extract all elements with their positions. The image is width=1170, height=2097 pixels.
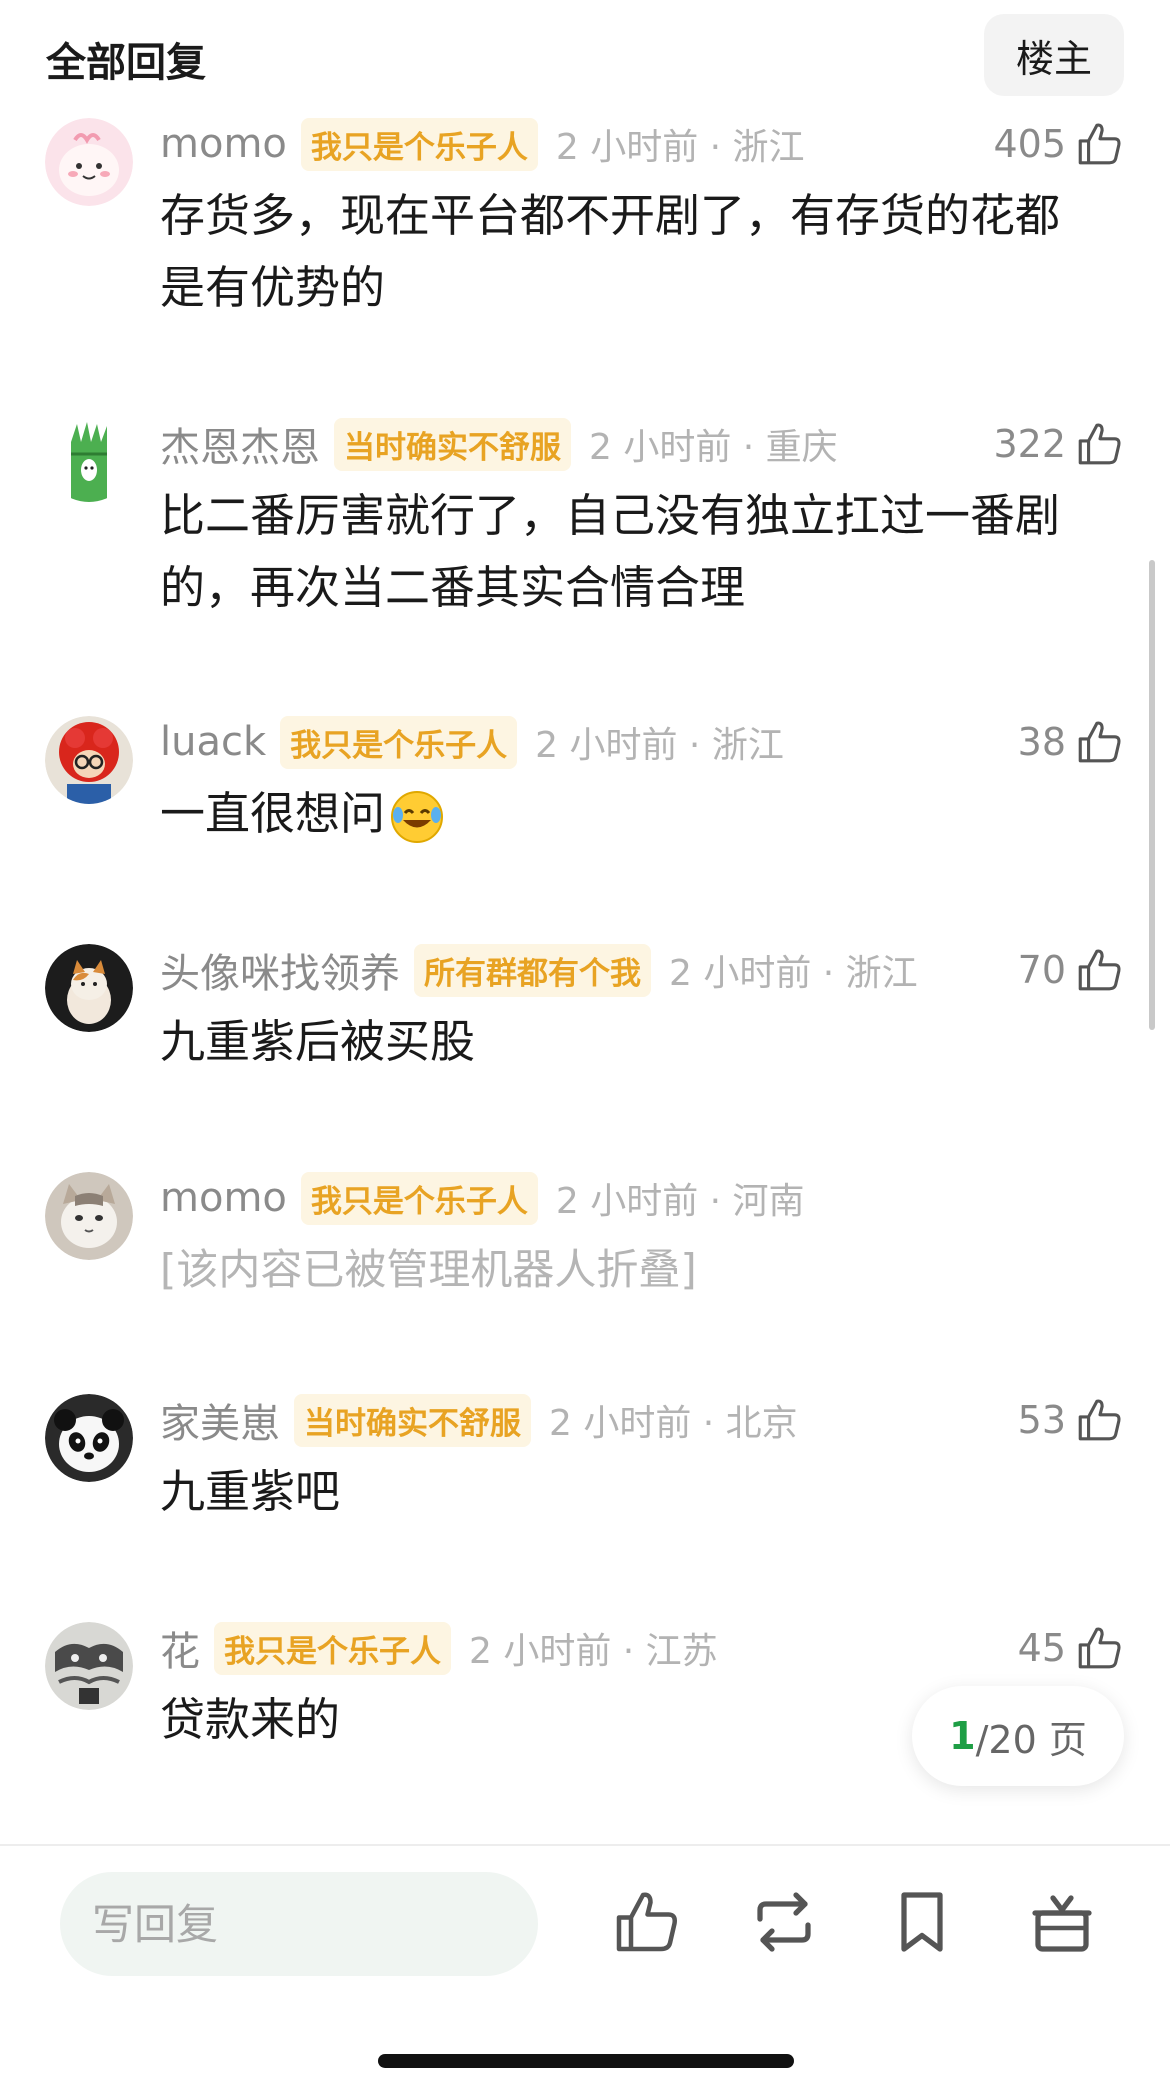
like-button[interactable] [610, 1886, 682, 1958]
comment-meta: 杰恩杰恩 当时确实不舒服 2 小时前 · 重庆 [160, 414, 838, 474]
like-control[interactable]: 45 [1018, 1618, 1124, 1678]
thumbs-up-icon[interactable] [1074, 945, 1124, 995]
timestamp-location: 2 小时前 · 北京 [549, 1403, 798, 1444]
timestamp-location: 2 小时前 · 浙江 [555, 127, 805, 168]
repost-icon [757, 1892, 811, 1952]
user-badge: 我只是个乐子人 [300, 117, 538, 171]
user-badge: 当时确实不舒服 [294, 1393, 531, 1447]
comment-text: 九重紫吧 [160, 1465, 341, 1518]
comment-item: luack 我只是个乐子人 2 小时前 · 浙江 38 一直很想问 [0, 712, 1170, 902]
comment-meta: 家美崽 当时确实不舒服 2 小时前 · 北京 [160, 1390, 798, 1450]
like-count: 405 [993, 122, 1066, 166]
user-badge: 我只是个乐子人 [214, 1621, 451, 1675]
like-count: 70 [1017, 948, 1066, 992]
header: 全部回复 楼主 [0, 0, 1170, 110]
comment-text: 一直很想问 [160, 778, 1100, 850]
like-control[interactable]: 53 [1018, 1390, 1124, 1450]
timestamp-location: 2 小时前 · 浙江 [669, 953, 918, 994]
like-control[interactable]: 70 [1018, 940, 1124, 1000]
bottom-action-bar [0, 1844, 1170, 2097]
comment-meta: 头像咪找领养 所有群都有个我 2 小时前 · 浙江 [160, 940, 918, 1000]
timestamp-location: 2 小时前 · 重庆 [589, 427, 838, 468]
thumbs-up-icon[interactable] [1074, 419, 1124, 469]
user-badge: 所有群都有个我 [414, 943, 651, 997]
comment-text: 九重紫后被买股 [160, 1015, 476, 1068]
like-count: 322 [993, 422, 1066, 466]
avatar[interactable] [45, 1394, 133, 1482]
op-only-button[interactable]: 楼主 [984, 14, 1124, 96]
username[interactable]: 头像咪找领养 [160, 941, 400, 999]
username[interactable]: momo [160, 121, 287, 167]
thumbs-up-icon[interactable] [1074, 717, 1124, 767]
bookmark-button[interactable] [886, 1886, 958, 1958]
gift-button[interactable] [1026, 1886, 1098, 1958]
comment-item: momo 我只是个乐子人 2 小时前 · 浙江 405 存货多，现在平台都不开剧… [0, 114, 1170, 374]
username[interactable]: luack [160, 719, 266, 765]
comment-item: 家美崽 当时确实不舒服 2 小时前 · 北京 53 九重紫吧 [0, 1390, 1170, 1560]
home-indicator[interactable] [378, 2054, 794, 2068]
page-title: 全部回复 [46, 40, 206, 86]
repost-button[interactable] [748, 1886, 820, 1958]
bookmark-icon [901, 1892, 943, 1952]
comment-item: 杰恩杰恩 当时确实不舒服 2 小时前 · 重庆 322 比二番厉害就行了，自己没… [0, 414, 1170, 674]
avatar[interactable] [45, 118, 133, 206]
comment-item: momo 我只是个乐子人 2 小时前 · 河南 [该内容已被管理机器人折叠] [0, 1168, 1170, 1338]
comment-text-content: 一直很想问 [160, 787, 386, 840]
laughing-tears-emoji-icon [389, 789, 445, 845]
comment-meta: 花 我只是个乐子人 2 小时前 · 江苏 [160, 1618, 718, 1678]
avatar[interactable] [45, 944, 133, 1032]
like-control[interactable]: 405 [993, 114, 1124, 174]
like-count: 45 [1017, 1626, 1066, 1670]
gift-icon [1032, 1895, 1092, 1952]
comment-meta: momo 我只是个乐子人 2 小时前 · 浙江 [160, 114, 805, 174]
like-count: 53 [1017, 1398, 1066, 1442]
avatar[interactable] [45, 716, 133, 804]
thumbs-up-icon[interactable] [1074, 1395, 1124, 1445]
user-badge: 当时确实不舒服 [334, 417, 571, 471]
avatar[interactable] [45, 1622, 133, 1710]
username[interactable]: 杰恩杰恩 [160, 415, 320, 473]
timestamp-location: 2 小时前 · 江苏 [469, 1631, 718, 1672]
user-badge: 我只是个乐子人 [300, 1171, 538, 1225]
page-indicator[interactable]: 1/20 页 [912, 1686, 1124, 1786]
username[interactable]: 家美崽 [160, 1391, 280, 1449]
user-badge: 我只是个乐子人 [280, 715, 518, 769]
thumbs-up-icon [616, 1892, 677, 1952]
comment-text: 存货多，现在平台都不开剧了，有存货的花都是有优势的 [160, 189, 1061, 314]
username[interactable]: 花 [160, 1619, 200, 1677]
avatar[interactable] [45, 414, 133, 502]
page-total: /20 页 [975, 1717, 1087, 1762]
current-page: 1 [949, 1714, 976, 1758]
thumbs-up-icon[interactable] [1074, 1623, 1124, 1673]
like-control[interactable]: 38 [1018, 712, 1124, 772]
reply-input[interactable] [60, 1872, 538, 1976]
scrollbar[interactable] [1149, 560, 1155, 1030]
timestamp-location: 2 小时前 · 河南 [555, 1181, 805, 1222]
comment-text: 比二番厉害就行了，自己没有独立扛过一番剧的，再次当二番其实合情合理 [160, 489, 1061, 614]
like-control[interactable]: 322 [993, 414, 1124, 474]
timestamp-location: 2 小时前 · 浙江 [535, 725, 784, 766]
thumbs-up-icon[interactable] [1074, 119, 1124, 169]
comment-meta: momo 我只是个乐子人 2 小时前 · 河南 [160, 1168, 805, 1228]
username[interactable]: momo [160, 1175, 287, 1221]
comment-meta: luack 我只是个乐子人 2 小时前 · 浙江 [160, 712, 784, 772]
comment-item: 头像咪找领养 所有群都有个我 2 小时前 · 浙江 70 九重紫后被买股 [0, 940, 1170, 1110]
folded-comment-notice[interactable]: [该内容已被管理机器人折叠] [160, 1234, 1100, 1306]
like-count: 38 [1017, 720, 1066, 764]
avatar[interactable] [45, 1172, 133, 1260]
